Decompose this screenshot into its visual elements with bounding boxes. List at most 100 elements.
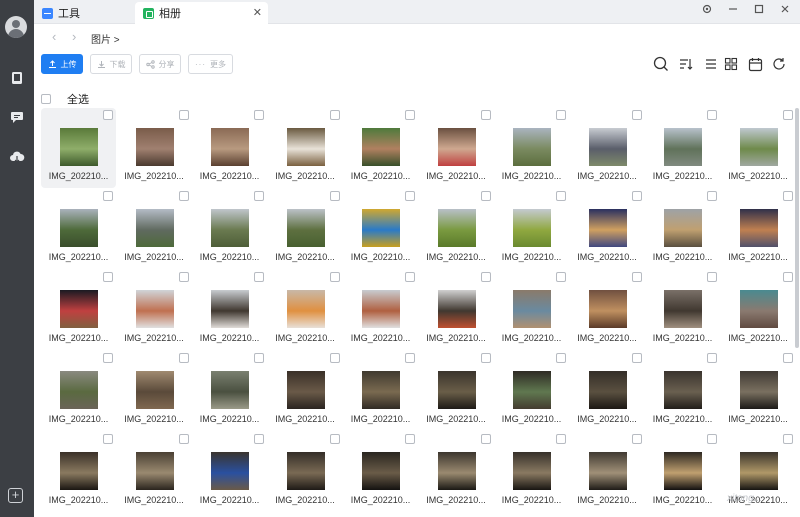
photo-item[interactable]: IMG_202210... (117, 108, 192, 188)
photo-thumbnail[interactable] (437, 371, 476, 409)
tab-tools[interactable]: 工具 (34, 2, 134, 24)
photo-item[interactable]: IMG_202210... (41, 432, 116, 512)
search-icon[interactable] (652, 55, 670, 73)
photo-thumbnail[interactable] (588, 452, 627, 490)
photo-thumbnail[interactable] (739, 209, 778, 247)
photo-item[interactable]: IMG_202210... (268, 351, 343, 431)
photo-thumbnail[interactable] (437, 209, 476, 247)
photo-thumbnail[interactable] (664, 371, 702, 409)
photo-thumbnail[interactable] (211, 452, 249, 490)
photo-thumbnail[interactable] (588, 371, 627, 409)
photo-item[interactable]: IMG_202210... (343, 189, 418, 269)
photo-checkbox[interactable] (556, 191, 566, 201)
photo-item[interactable]: IMG_202210... (192, 432, 267, 512)
photo-item[interactable]: IMG_202210... (268, 270, 343, 350)
photo-checkbox[interactable] (254, 110, 264, 120)
photo-thumbnail[interactable] (664, 290, 702, 328)
photo-thumbnail[interactable] (513, 452, 551, 490)
photo-item[interactable]: IMG_202210... (419, 189, 494, 269)
photo-thumbnail[interactable] (60, 452, 98, 490)
photo-item[interactable]: IMG_202210... (268, 432, 343, 512)
user-avatar-icon[interactable] (5, 16, 27, 38)
photo-checkbox[interactable] (631, 353, 642, 363)
photo-thumbnail[interactable] (513, 128, 551, 166)
photo-thumbnail[interactable] (211, 290, 249, 328)
photo-item[interactable]: IMG_202210... (41, 351, 116, 431)
photo-checkbox[interactable] (405, 353, 415, 363)
chat-icon[interactable] (8, 109, 26, 125)
photo-thumbnail[interactable] (135, 209, 174, 247)
close-window-icon[interactable] (778, 4, 792, 17)
photo-item[interactable]: IMG_202210... (117, 432, 192, 512)
photo-thumbnail[interactable] (60, 209, 98, 247)
photo-checkbox[interactable] (103, 110, 113, 120)
photo-item[interactable]: IMG_202210... (117, 351, 192, 431)
photo-thumbnail[interactable] (664, 209, 702, 247)
photo-item[interactable]: IMG_202210... (570, 351, 645, 431)
photo-thumbnail[interactable] (135, 290, 174, 328)
tab-album[interactable]: 相册 ✕ (135, 2, 268, 24)
photo-thumbnail[interactable] (362, 209, 400, 247)
photo-item[interactable]: IMG_202210... (721, 351, 794, 431)
photo-checkbox[interactable] (556, 353, 566, 363)
photo-thumbnail[interactable] (211, 371, 249, 409)
photo-checkbox[interactable] (707, 110, 717, 120)
share-button[interactable]: 分享 (139, 54, 181, 74)
photo-thumbnail[interactable] (362, 128, 400, 166)
photo-checkbox[interactable] (178, 434, 189, 444)
photo-thumbnail[interactable] (286, 290, 325, 328)
close-tab-icon[interactable]: ✕ (253, 6, 262, 19)
grid-view-icon[interactable] (722, 55, 740, 73)
photo-item[interactable]: IMG_202210... (570, 270, 645, 350)
photo-item[interactable]: IMG_202210... (268, 108, 343, 188)
photo-item[interactable]: IMG_202210... (494, 189, 569, 269)
photo-item[interactable]: IMG_202210... (419, 432, 494, 512)
photo-checkbox[interactable] (631, 110, 642, 120)
photo-thumbnail[interactable] (588, 290, 627, 328)
photo-item[interactable]: IMG_202210... (192, 189, 267, 269)
photo-thumbnail[interactable] (362, 290, 400, 328)
photo-item[interactable]: IMG_202210... (494, 108, 569, 188)
photo-thumbnail[interactable] (588, 209, 627, 247)
photo-item[interactable]: IMG_202210... (570, 432, 645, 512)
photo-thumbnail[interactable] (135, 128, 174, 166)
cloud-icon[interactable] (8, 149, 26, 165)
refresh-icon[interactable] (770, 55, 788, 73)
select-all-checkbox[interactable] (41, 94, 51, 104)
photo-item[interactable]: IMG_202210... (494, 351, 569, 431)
photo-item[interactable]: IMG_202210... (117, 270, 192, 350)
photo-item[interactable]: IMG_202210... (570, 108, 645, 188)
photo-checkbox[interactable] (782, 191, 793, 201)
photo-checkbox[interactable] (178, 272, 189, 282)
photo-checkbox[interactable] (329, 272, 340, 282)
minimize-icon[interactable] (726, 4, 740, 17)
photo-thumbnail[interactable] (286, 128, 325, 166)
photo-thumbnail[interactable] (739, 371, 778, 409)
photo-thumbnail[interactable] (513, 371, 551, 409)
photo-checkbox[interactable] (707, 434, 717, 444)
photo-thumbnail[interactable] (286, 209, 325, 247)
photo-thumbnail[interactable] (286, 452, 325, 490)
photo-thumbnail[interactable] (664, 128, 702, 166)
photo-item[interactable]: IMG_202210... (41, 108, 116, 188)
photo-checkbox[interactable] (405, 110, 415, 120)
photo-thumbnail[interactable] (739, 452, 778, 490)
photo-item[interactable]: IMG_202210... (192, 270, 267, 350)
photo-item[interactable]: IMG_202210... (645, 108, 720, 188)
add-icon[interactable]: + (8, 488, 23, 503)
photo-checkbox[interactable] (405, 272, 415, 282)
photo-item[interactable]: IMG_202210... (343, 108, 418, 188)
photo-checkbox[interactable] (707, 191, 717, 201)
photo-item[interactable]: IMG_202210... (419, 351, 494, 431)
photo-checkbox[interactable] (782, 434, 793, 444)
photo-checkbox[interactable] (631, 191, 642, 201)
photo-thumbnail[interactable] (135, 452, 174, 490)
photo-checkbox[interactable] (556, 272, 566, 282)
breadcrumb[interactable]: 图片 > (91, 31, 120, 46)
photo-item[interactable]: IMG_202210... (570, 189, 645, 269)
photo-thumbnail[interactable] (286, 371, 325, 409)
photo-thumbnail[interactable] (60, 290, 98, 328)
photo-checkbox[interactable] (103, 353, 113, 363)
photo-checkbox[interactable] (254, 191, 264, 201)
photo-item[interactable]: IMG_202210... (494, 270, 569, 350)
